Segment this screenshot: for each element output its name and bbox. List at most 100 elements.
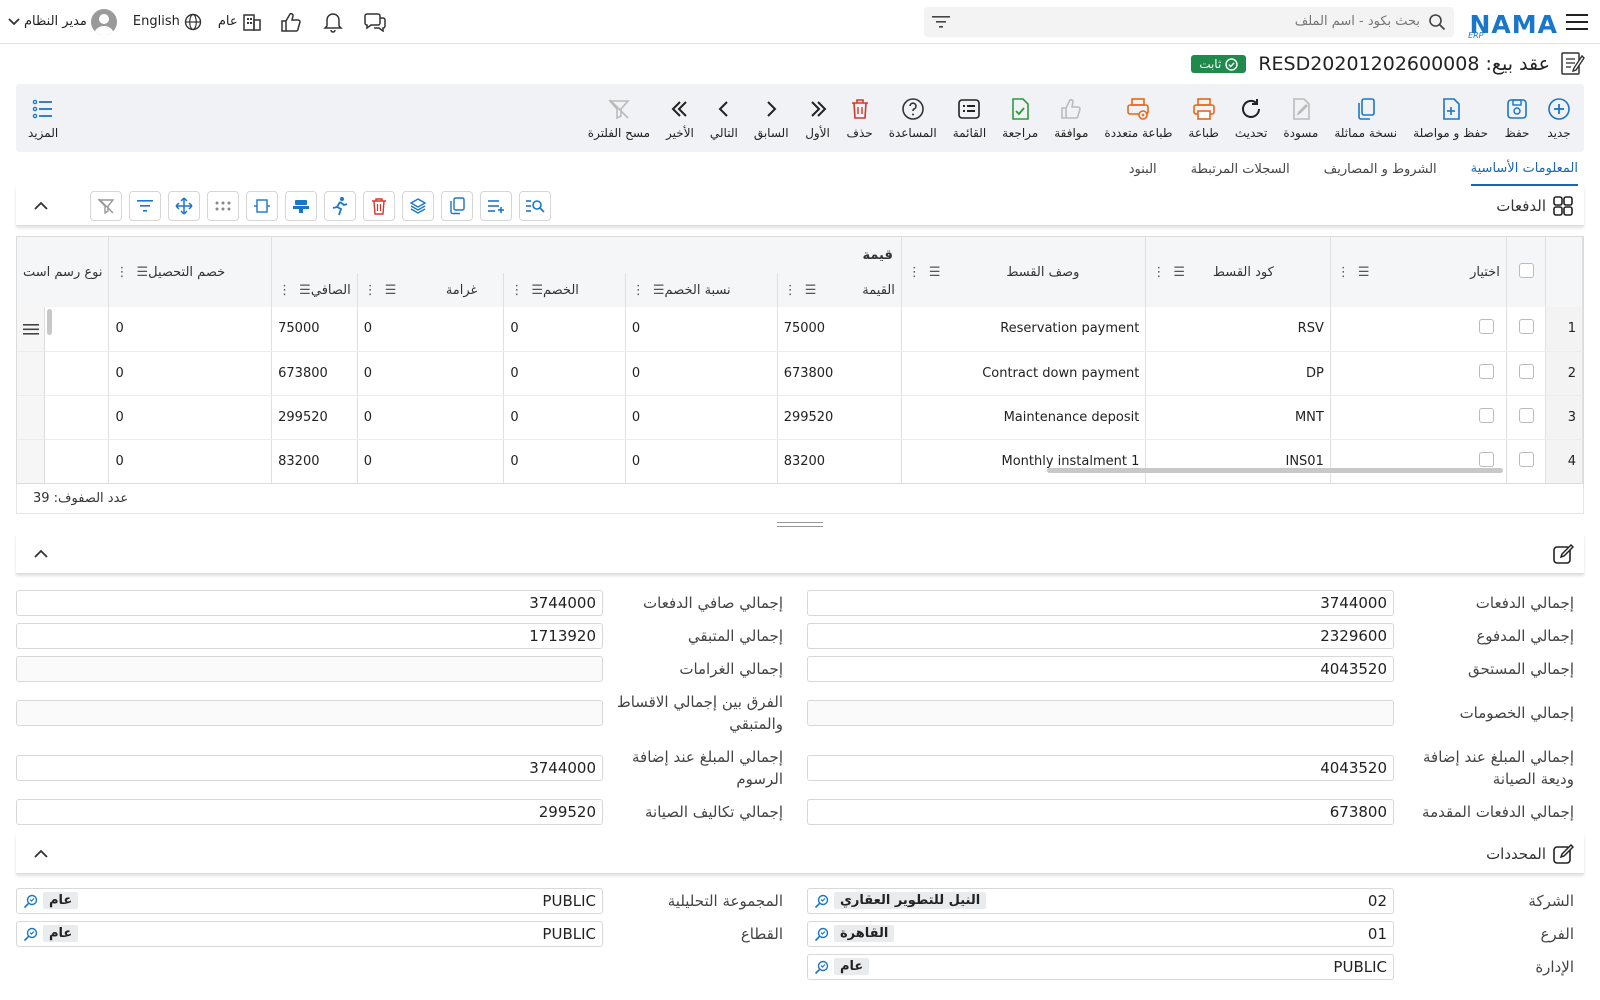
language-selector[interactable]: English — [133, 13, 202, 31]
col-collection-discount-header[interactable]: خصم التحصيل ⋮ ☰ — [108, 237, 273, 307]
desc-cell[interactable]: Monthly instalment 1 — [901, 439, 1147, 483]
code-cell[interactable]: RSV — [1145, 307, 1331, 352]
discount-pct-cell[interactable]: 0 — [625, 439, 778, 483]
dimension-lookup-field[interactable]: القاهرة 01 — [807, 920, 1394, 947]
column-filter-icon[interactable]: ☰ — [653, 283, 665, 298]
dimension-lookup-field[interactable]: النيل للتطوير العقاري 02 — [807, 887, 1394, 914]
search-grid-button[interactable] — [519, 190, 551, 221]
copy-row-button[interactable] — [441, 190, 473, 221]
dimension-lookup-field[interactable]: عام PUBLIC — [807, 953, 1394, 980]
total-field-value[interactable]: 4043520 — [807, 655, 1394, 682]
penalty-cell[interactable]: 0 — [357, 439, 505, 483]
column-menu-icon[interactable]: ⋮ — [510, 283, 523, 298]
lookup-search-icon[interactable] — [23, 926, 39, 942]
clear-grid-filter-button[interactable] — [90, 190, 122, 221]
row-select-checkbox[interactable] — [1518, 407, 1534, 423]
table-row[interactable]: 1 RSV Reservation payment 75000 0 0 0 75000 0 — [17, 307, 1583, 352]
total-field-value[interactable]: 4043520 — [807, 754, 1394, 781]
select-all-checkbox[interactable] — [1518, 262, 1534, 278]
column-menu-icon[interactable]: ⋮ — [364, 283, 377, 298]
filter-icon[interactable] — [932, 15, 951, 29]
stamp-button[interactable] — [285, 190, 317, 221]
tab-items[interactable]: البنود — [1129, 152, 1157, 186]
next-button[interactable]: التالي — [702, 88, 746, 148]
row-select-checkbox[interactable] — [1518, 319, 1534, 335]
tab-related-records[interactable]: السجلات المرتبطة — [1191, 152, 1290, 186]
refresh-button[interactable]: تحديث — [1227, 88, 1276, 148]
col-value-header[interactable]: القيمة ⋮ ☰ — [777, 273, 902, 307]
discount-cell[interactable]: 0 — [503, 439, 626, 483]
dots-grid-button[interactable] — [207, 190, 239, 221]
column-menu-icon[interactable]: ⋮ — [632, 283, 645, 298]
choose-checkbox[interactable] — [1478, 319, 1494, 335]
dimension-lookup-field[interactable]: عام PUBLIC — [16, 887, 603, 914]
total-field-value[interactable] — [807, 699, 1394, 726]
code-cell[interactable]: MNT — [1145, 395, 1331, 440]
col-select-header[interactable]: اختيار ⋮ ☰ — [1330, 237, 1507, 307]
collection-discount-cell[interactable]: 0 — [108, 439, 273, 483]
fee-type-cell[interactable] — [17, 307, 110, 352]
nama-logo[interactable]: NAMA ERP — [1468, 6, 1558, 40]
draft-button[interactable]: مسودة — [1275, 88, 1326, 148]
discount-cell[interactable]: 0 — [503, 395, 626, 440]
delete-button[interactable]: حذف — [839, 88, 881, 148]
discount-pct-cell[interactable]: 0 — [625, 395, 778, 440]
collection-discount-cell[interactable]: 0 — [108, 395, 273, 440]
discount-pct-cell[interactable]: 0 — [625, 351, 778, 396]
review-button[interactable]: مراجعة — [994, 88, 1046, 148]
row-select-checkbox[interactable] — [1518, 451, 1534, 467]
column-filter-icon[interactable]: ☰ — [299, 283, 311, 298]
column-menu-icon[interactable]: ⋮ — [278, 283, 291, 298]
col-desc-header[interactable]: وصف القسط ⋮ ☰ — [901, 237, 1147, 307]
first-button[interactable]: الأول — [797, 88, 839, 148]
bell-icon[interactable] — [320, 9, 346, 35]
run-button[interactable] — [324, 190, 356, 221]
layers-button[interactable] — [402, 190, 434, 221]
duplicate-button[interactable]: نسخة مماثلة — [1326, 88, 1405, 148]
column-menu-icon[interactable]: ⋮ — [908, 265, 921, 280]
penalty-cell[interactable]: 0 — [357, 307, 505, 352]
col-code-header[interactable]: كود القسط ⋮ ☰ — [1145, 237, 1331, 307]
tab-terms-expenses[interactable]: الشروط و المصاريف — [1324, 152, 1437, 186]
column-filter-icon[interactable]: ☰ — [1173, 265, 1185, 280]
column-filter-icon[interactable]: ☰ — [531, 283, 543, 298]
lookup-search-icon[interactable] — [814, 959, 830, 975]
dimension-lookup-field[interactable]: عام PUBLIC — [16, 920, 603, 947]
lookup-search-icon[interactable] — [23, 893, 39, 909]
net-cell[interactable]: 299520 — [271, 395, 358, 440]
chevron-up-icon[interactable] — [26, 191, 56, 221]
help-button[interactable]: المساعدة — [881, 88, 945, 148]
delete-row-button[interactable] — [363, 190, 395, 221]
desc-cell[interactable]: Reservation payment — [901, 307, 1147, 352]
search-input[interactable] — [950, 14, 1429, 29]
thumbs-up-icon[interactable] — [278, 9, 304, 35]
clear-filter-button[interactable]: مسح الفلترة — [580, 88, 658, 148]
discount-pct-cell[interactable]: 0 — [625, 307, 778, 352]
chat-icon[interactable] — [362, 9, 388, 35]
column-menu-icon[interactable]: ⋮ — [1152, 265, 1165, 280]
net-cell[interactable]: 75000 — [271, 307, 358, 352]
menu-icon[interactable] — [1562, 7, 1592, 37]
list-button[interactable]: القائمة — [945, 88, 994, 148]
desc-cell[interactable]: Maintenance deposit — [901, 395, 1147, 440]
value-cell[interactable]: 299520 — [777, 395, 902, 440]
search-icon[interactable] — [1428, 13, 1446, 31]
total-field-value[interactable] — [16, 699, 603, 726]
col-net-header[interactable]: الصافي ⋮ ☰ — [271, 273, 358, 307]
total-field-value[interactable]: 673800 — [807, 798, 1394, 825]
choose-checkbox[interactable] — [1478, 363, 1494, 379]
column-menu-icon[interactable]: ⋮ — [1337, 265, 1350, 280]
fee-type-cell[interactable] — [17, 395, 110, 440]
penalty-cell[interactable]: 0 — [357, 351, 505, 396]
discount-cell[interactable]: 0 — [503, 307, 626, 352]
choose-checkbox[interactable] — [1478, 407, 1494, 423]
choose-checkbox[interactable] — [1478, 451, 1494, 467]
last-button[interactable]: الأخير — [658, 88, 702, 148]
discount-cell[interactable]: 0 — [503, 351, 626, 396]
desc-cell[interactable]: Contract down payment — [901, 351, 1147, 396]
chevron-up-icon[interactable] — [26, 839, 56, 869]
column-menu-icon[interactable]: ⋮ — [784, 283, 797, 298]
total-field-value[interactable] — [16, 655, 603, 682]
column-menu-icon[interactable]: ⋮ — [115, 265, 128, 280]
context-selector[interactable]: عام — [218, 12, 262, 32]
